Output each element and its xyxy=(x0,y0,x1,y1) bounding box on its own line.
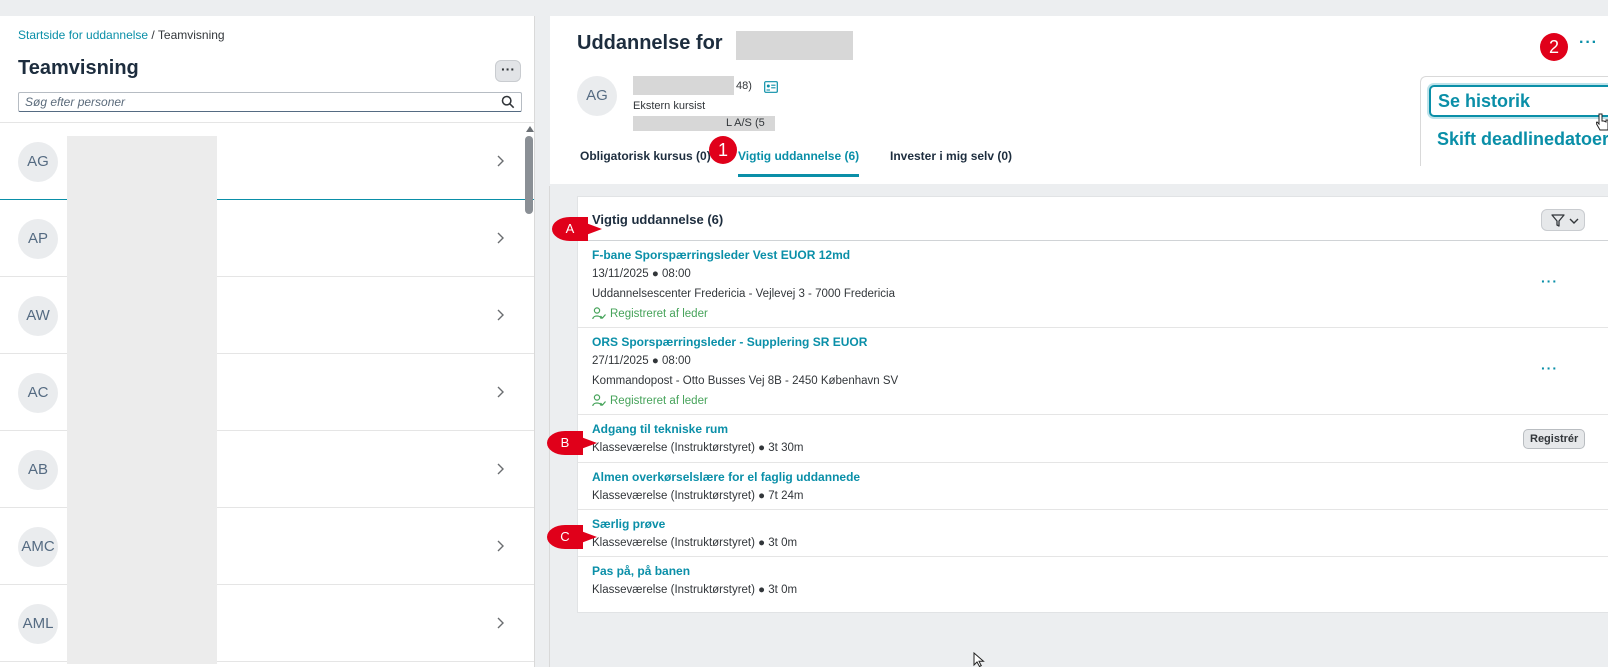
tab-vigtig-uddannelse[interactable]: Vigtig uddannelse (6) xyxy=(738,149,860,177)
avatar: AB xyxy=(18,450,58,490)
chevron-right-icon xyxy=(497,540,504,552)
person-role: Ekstern kursist xyxy=(633,100,706,112)
mouse-cursor-icon xyxy=(973,652,985,667)
annotation-marker-c: C xyxy=(547,525,597,549)
avatar: AW xyxy=(18,296,58,336)
annotation-marker-2: 2 xyxy=(1540,33,1568,61)
person-id: 48) xyxy=(736,80,752,92)
course-title-link[interactable]: Særlig prøve xyxy=(592,517,665,531)
skift-deadlinedatoer-button[interactable]: Skift deadlinedatoer xyxy=(1437,129,1608,150)
annotation-marker-b: B xyxy=(547,431,597,455)
user-check-icon xyxy=(592,394,606,407)
tab-obligatorisk-kursus[interactable]: Obligatorisk kursus (0) xyxy=(580,149,711,174)
annotation-marker-1: 1 xyxy=(709,136,737,164)
person-search xyxy=(18,92,522,112)
person-company: L A/S (5 xyxy=(726,117,765,129)
redacted-name xyxy=(736,31,853,60)
course-status: Registreret af leder xyxy=(592,307,708,320)
course-date: 13/11/2025 ● 08:00 xyxy=(592,268,691,280)
chevron-right-icon xyxy=(497,463,504,475)
team-more-button[interactable]: ··· xyxy=(495,60,521,82)
annotation-marker-a: A xyxy=(552,217,602,241)
id-card-icon[interactable] xyxy=(764,81,778,93)
course-item: Adgang til tekniske rum Klasseværelse (I… xyxy=(578,415,1608,463)
course-detail: Klasseværelse (Instruktørstyret) ● 3t 0m xyxy=(592,584,798,596)
scrollbar-thumb[interactable] xyxy=(525,136,533,214)
breadcrumb-current: Teamvisning xyxy=(157,28,225,42)
breadcrumb-home-link[interactable]: Startside for uddannelse xyxy=(18,28,148,42)
redacted-person-name xyxy=(633,76,734,95)
chevron-right-icon xyxy=(497,155,504,167)
course-title-link[interactable]: Pas på, på banen xyxy=(592,564,690,578)
register-button[interactable]: Registrér xyxy=(1523,429,1586,449)
course-detail: Klasseværelse (Instruktørstyret) ● 3t 0m xyxy=(592,537,798,549)
course-location: Kommandopost - Otto Busses Vej 8B - 2450… xyxy=(592,375,899,387)
course-more-button[interactable]: ··· xyxy=(1541,273,1558,289)
breadcrumb: Startside for uddannelse / Teamvisning xyxy=(18,28,225,42)
breadcrumb-separator: / xyxy=(148,28,158,42)
training-title: Uddannelse for xyxy=(577,32,723,54)
redacted-names xyxy=(67,136,217,664)
course-detail: Klasseværelse (Instruktørstyret) ● 7t 24… xyxy=(592,490,804,502)
avatar: AG xyxy=(18,142,58,182)
tab-invester-i-mig-selv[interactable]: Invester i mig selv (0) xyxy=(890,149,1012,174)
chevron-right-icon xyxy=(497,617,504,629)
course-more-button[interactable]: ··· xyxy=(1541,360,1558,376)
course-date: 27/11/2025 ● 08:00 xyxy=(592,355,691,367)
avatar: AC xyxy=(18,373,58,413)
course-title-link[interactable]: Almen overkørselslære for el faglig udda… xyxy=(592,470,860,484)
filter-button[interactable] xyxy=(1541,209,1585,231)
course-title-link[interactable]: Adgang til tekniske rum xyxy=(592,422,728,436)
status-label: Registreret af leder xyxy=(610,395,708,407)
course-status: Registreret af leder xyxy=(592,394,708,407)
course-location: Uddannelsescenter Fredericia - Vejlevej … xyxy=(592,288,895,300)
actions-menu: Se historik Skift deadlinedatoer xyxy=(1420,76,1608,166)
header-more-button[interactable]: ··· xyxy=(1579,34,1598,52)
section-title: Vigtig uddannelse (6) xyxy=(592,212,724,227)
course-detail: Klasseværelse (Instruktørstyret) ● 3t 30… xyxy=(592,442,804,454)
course-title-link[interactable]: F-bane Sporspærringsleder Vest EUOR 12md xyxy=(592,248,850,262)
course-item: Almen overkørselslære for el faglig udda… xyxy=(578,463,1608,510)
chevron-right-icon xyxy=(497,232,504,244)
avatar: AML xyxy=(18,604,58,644)
hand-cursor-icon xyxy=(1596,113,1608,131)
course-item: F-bane Sporspærringsleder Vest EUOR 12md… xyxy=(578,241,1608,328)
card-header: Vigtig uddannelse (6) xyxy=(578,197,1608,241)
filter-icon xyxy=(1551,214,1565,227)
course-title-link[interactable]: ORS Sporspærringsleder - Supplering SR E… xyxy=(592,335,867,349)
team-panel: Startside for uddannelse / Teamvisning T… xyxy=(0,16,535,667)
avatar: AP xyxy=(18,219,58,259)
chevron-down-icon xyxy=(1569,218,1579,224)
course-item: ORS Sporspærringsleder - Supplering SR E… xyxy=(578,328,1608,415)
avatar: AG xyxy=(577,76,617,116)
scroll-up-icon[interactable] xyxy=(526,126,534,132)
status-label: Registreret af leder xyxy=(610,308,708,320)
vigtig-uddannelse-card: Vigtig uddannelse (6) F-bane Sporspærrin… xyxy=(577,196,1608,613)
course-item: Særlig prøve Klasseværelse (Instruktørst… xyxy=(578,510,1608,557)
chevron-right-icon xyxy=(497,309,504,321)
se-historik-button[interactable]: Se historik xyxy=(1429,85,1608,117)
search-icon[interactable] xyxy=(501,95,515,109)
search-input[interactable] xyxy=(19,93,489,111)
training-content: Vigtig uddannelse (6) F-bane Sporspærrin… xyxy=(549,186,1608,667)
user-check-icon xyxy=(592,307,606,320)
page-title: Teamvisning xyxy=(18,57,139,79)
chevron-right-icon xyxy=(497,386,504,398)
avatar: AMC xyxy=(18,527,58,567)
course-item: Pas på, på banen Klasseværelse (Instrukt… xyxy=(578,557,1608,613)
